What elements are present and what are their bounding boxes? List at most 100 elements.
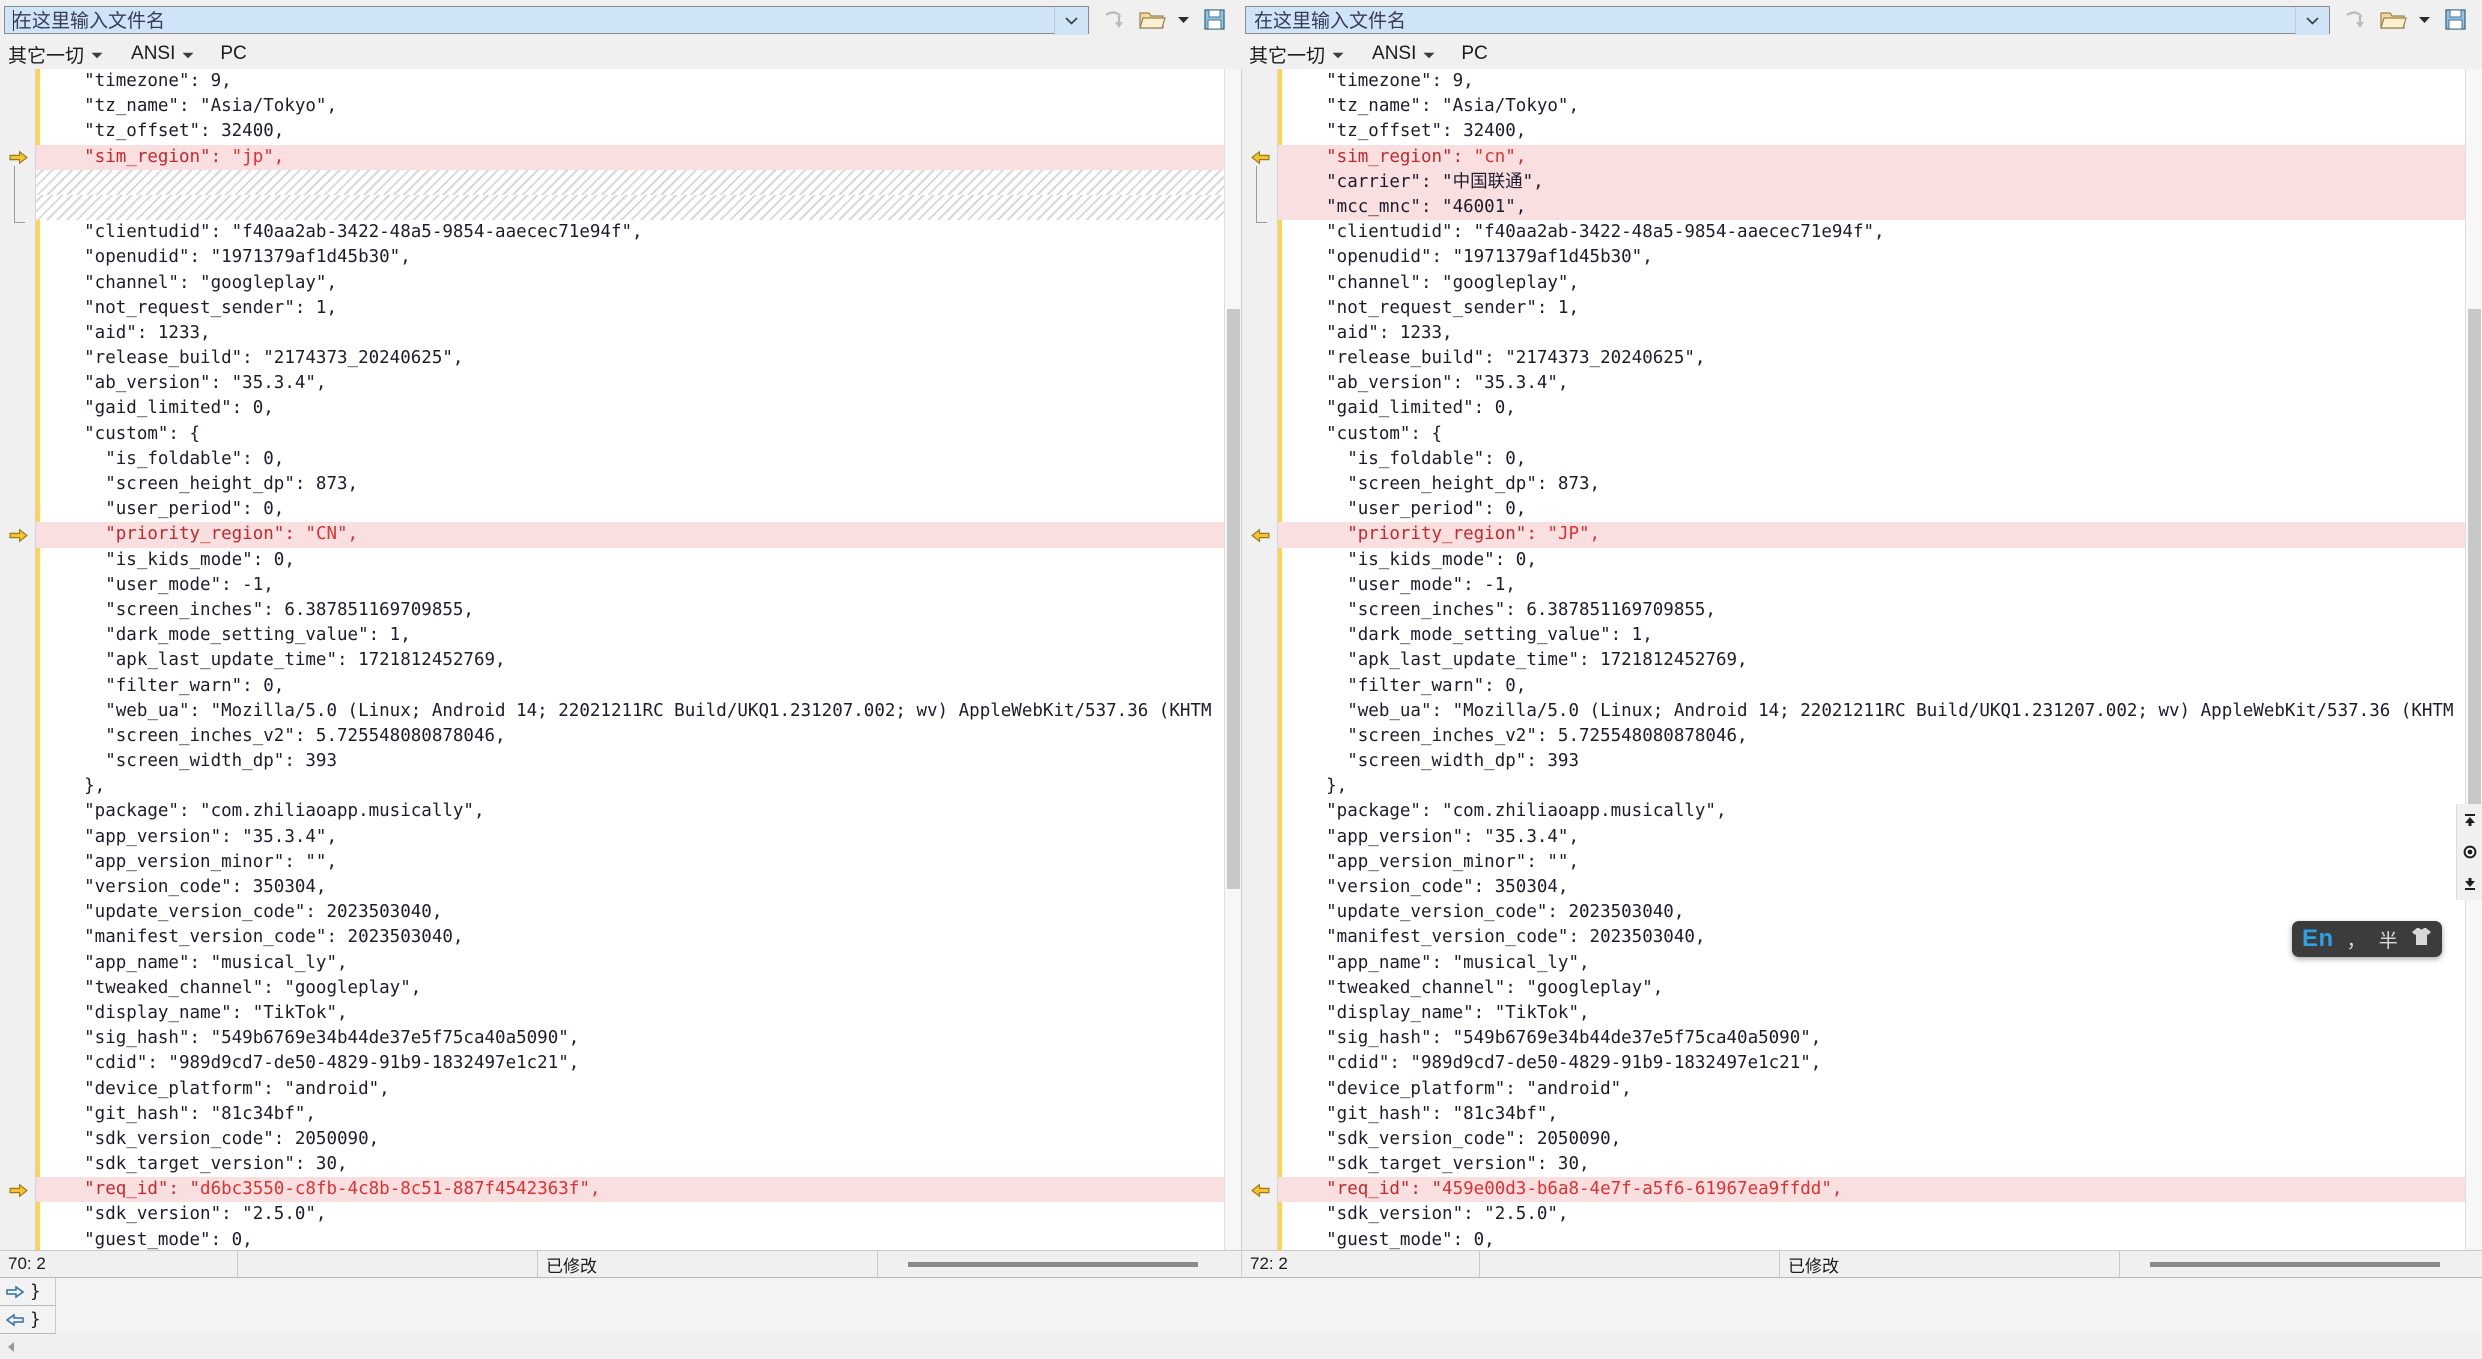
code-line[interactable]: "app_version_minor": "", [36, 850, 1224, 875]
code-line[interactable]: "update_version_code": 2023503040, [36, 900, 1224, 925]
left-encoding-dropdown[interactable]: ANSI [125, 41, 200, 67]
code-line[interactable]: "tz_offset": 32400, [36, 119, 1224, 144]
code-line[interactable]: "channel": "googleplay", [1278, 271, 2465, 296]
code-line[interactable]: "dark_mode_setting_value": 1, [1278, 623, 2465, 648]
code-line[interactable]: "is_kids_mode": 0, [1278, 548, 2465, 573]
code-line[interactable]: "display_name": "TikTok", [36, 1001, 1224, 1026]
code-line[interactable]: "release_build": "2174373_20240625", [36, 346, 1224, 371]
code-line[interactable]: "guest_mode": 0, [36, 1228, 1224, 1250]
code-line[interactable]: "sdk_target_version": 30, [36, 1152, 1224, 1177]
code-line[interactable]: "app_name": "musical_ly", [1278, 951, 2465, 976]
code-line[interactable]: "tz_name": "Asia/Tokyo", [36, 94, 1224, 119]
code-line[interactable]: "web_ua": "Mozilla/5.0 (Linux; Android 1… [1278, 699, 2465, 724]
right-encoding-dropdown[interactable]: ANSI [1366, 41, 1441, 67]
left-file-format-dropdown[interactable]: 其它一切 [2, 41, 109, 67]
code-line[interactable]: "apk_last_update_time": 1721812452769, [36, 648, 1224, 673]
code-line[interactable]: "cdid": "989d9cd7-de50-4829-91b9-1832497… [36, 1051, 1224, 1076]
difference-marker-icon[interactable] [1248, 523, 1272, 548]
previous-difference-button[interactable] [2457, 804, 2482, 836]
code-line[interactable]: "user_period": 0, [1278, 497, 2465, 522]
code-line[interactable]: "screen_width_dp": 393 [1278, 749, 2465, 774]
code-line[interactable]: "sig_hash": "549b6769e34b44de37e5f75ca40… [36, 1026, 1224, 1051]
right-refresh-icon[interactable] [2336, 4, 2374, 36]
code-line[interactable]: "filter_warn": 0, [1278, 674, 2465, 699]
code-line[interactable]: "ab_version": "35.3.4", [36, 371, 1224, 396]
right-save-icon[interactable] [2436, 4, 2474, 36]
code-line[interactable]: "tweaked_channel": "googleplay", [1278, 976, 2465, 1001]
code-line[interactable]: "req_id": "d6bc3550-c8fb-4c8b-8c51-887f4… [36, 1177, 1224, 1203]
code-line[interactable]: "screen_inches": 6.387851169709855, [36, 598, 1224, 623]
code-line[interactable]: "screen_width_dp": 393 [36, 749, 1224, 774]
right-bottom-line[interactable]: } [0, 1305, 2482, 1334]
code-line[interactable]: "timezone": 9, [36, 69, 1224, 94]
left-bottom-line[interactable]: } [0, 1277, 2482, 1306]
right-bottom-fill[interactable] [54, 1305, 2482, 1334]
code-line[interactable]: "manifest_version_code": 2023503040, [1278, 925, 2465, 950]
right-scroll-thumb[interactable] [2468, 309, 2481, 889]
code-line[interactable]: "user_mode": -1, [36, 573, 1224, 598]
code-line[interactable]: }, [36, 774, 1224, 799]
code-line[interactable]: "app_version": "35.3.4", [1278, 825, 2465, 850]
left-refresh-icon[interactable] [1095, 4, 1133, 36]
left-save-icon[interactable] [1195, 4, 1233, 36]
right-vertical-scrollbar[interactable] [2456, 69, 2482, 1250]
right-file-format-dropdown[interactable]: 其它一切 [1243, 41, 1350, 67]
code-line[interactable]: "screen_height_dp": 873, [36, 472, 1224, 497]
code-line[interactable]: }, [1278, 774, 2465, 799]
left-open-folder-icon[interactable] [1133, 4, 1171, 36]
left-path-dropdown-arrow[interactable] [1054, 6, 1088, 35]
code-line[interactable]: "filter_warn": 0, [36, 674, 1224, 699]
code-line[interactable]: "gaid_limited": 0, [36, 396, 1224, 421]
code-line[interactable]: "sdk_version": "2.5.0", [36, 1202, 1224, 1227]
code-line[interactable]: "user_period": 0, [36, 497, 1224, 522]
code-line[interactable]: "tz_name": "Asia/Tokyo", [1278, 94, 2465, 119]
code-line[interactable]: "guest_mode": 0, [1278, 1228, 2465, 1250]
code-line[interactable]: "device_platform": "android", [36, 1077, 1224, 1102]
code-line[interactable] [36, 169, 1224, 195]
code-line[interactable]: "openudid": "1971379af1d45b30", [1278, 245, 2465, 270]
left-path-combobox[interactable]: 在这里输入文件名 [4, 5, 1089, 35]
code-line[interactable]: "sig_hash": "549b6769e34b44de37e5f75ca40… [1278, 1026, 2465, 1051]
ime-punctuation-toggle[interactable]: ， [2347, 926, 2366, 953]
code-line[interactable]: "sdk_version_code": 2050090, [1278, 1127, 2465, 1152]
code-line[interactable]: "clientudid": "f40aa2ab-3422-48a5-9854-a… [1278, 220, 2465, 245]
code-line[interactable]: "version_code": 350304, [36, 875, 1224, 900]
code-line[interactable]: "ab_version": "35.3.4", [1278, 371, 2465, 396]
left-scroll-thumb[interactable] [1227, 309, 1240, 889]
code-line[interactable]: "display_name": "TikTok", [1278, 1001, 2465, 1026]
code-line[interactable]: "custom": { [1278, 422, 2465, 447]
code-line[interactable]: "package": "com.zhiliaoapp.musically", [1278, 799, 2465, 824]
code-line[interactable]: "screen_inches_v2": 5.725548080878046, [36, 724, 1224, 749]
code-line[interactable]: "custom": { [36, 422, 1224, 447]
code-line[interactable]: "tweaked_channel": "googleplay", [36, 976, 1224, 1001]
code-line[interactable]: "mcc_mnc": "46001", [1278, 194, 2465, 221]
code-line[interactable]: "not_request_sender": 1, [36, 296, 1224, 321]
code-line[interactable]: "gaid_limited": 0, [1278, 396, 2465, 421]
code-line[interactable]: "priority_region": "JP", [1278, 522, 2465, 548]
code-line[interactable]: "manifest_version_code": 2023503040, [36, 925, 1224, 950]
code-line[interactable]: "user_mode": -1, [1278, 573, 2465, 598]
left-gutter[interactable] [0, 69, 36, 1250]
code-line[interactable]: "device_platform": "android", [1278, 1077, 2465, 1102]
next-difference-button[interactable] [2457, 868, 2482, 900]
code-line[interactable]: "release_build": "2174373_20240625", [1278, 346, 2465, 371]
left-vertical-scrollbar[interactable] [1224, 69, 1241, 1250]
code-line[interactable]: "not_request_sender": 1, [1278, 296, 2465, 321]
code-line[interactable]: "git_hash": "81c34bf", [36, 1102, 1224, 1127]
code-line[interactable]: "screen_inches": 6.387851169709855, [1278, 598, 2465, 623]
code-line[interactable]: "app_name": "musical_ly", [36, 951, 1224, 976]
horizontal-scrollbar-row[interactable] [0, 1333, 2482, 1359]
code-line[interactable]: "sim_region": "cn", [1278, 144, 2465, 170]
code-line[interactable]: "is_foldable": 0, [36, 447, 1224, 472]
code-line[interactable] [36, 194, 1224, 221]
code-line[interactable]: "tz_offset": 32400, [1278, 119, 2465, 144]
code-line[interactable]: "screen_height_dp": 873, [1278, 472, 2465, 497]
right-editor[interactable]: "timezone": 9, "tz_name": "Asia/Tokyo", … [1278, 69, 2465, 1250]
code-line[interactable]: "sim_region": "jp", [36, 144, 1224, 170]
code-line[interactable]: "aid": 1233, [36, 321, 1224, 346]
difference-marker-icon[interactable] [1248, 1178, 1272, 1203]
right-path-combobox[interactable]: 在这里输入文件名 [1245, 5, 2330, 35]
code-line[interactable]: "channel": "googleplay", [36, 271, 1224, 296]
scroll-left-icon[interactable] [0, 1341, 22, 1353]
code-line[interactable]: "openudid": "1971379af1d45b30", [36, 245, 1224, 270]
